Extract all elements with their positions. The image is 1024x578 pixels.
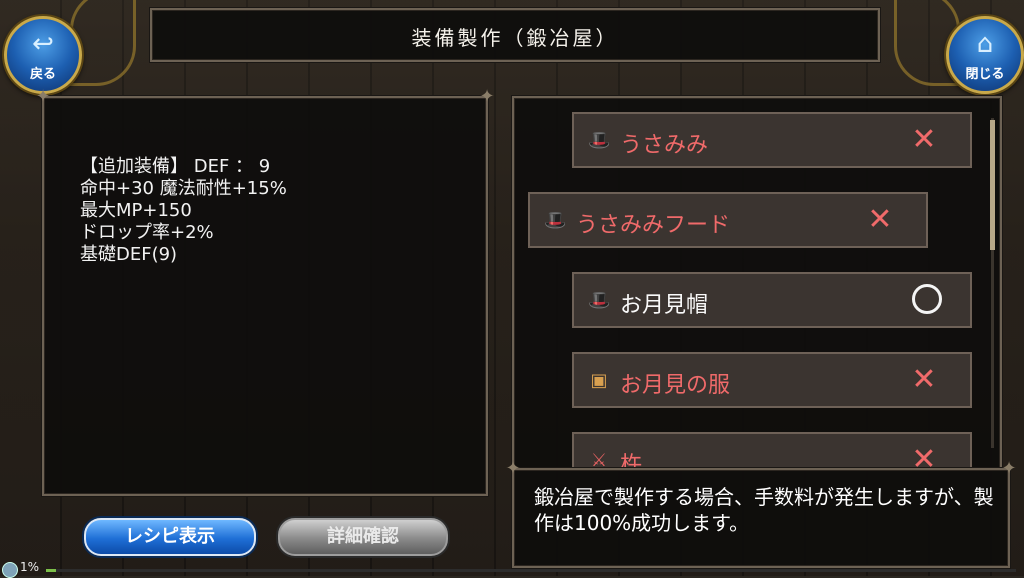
back-button[interactable]: ↩ 戻る (4, 16, 82, 94)
recipe-display-button[interactable]: レシピ表示 (84, 518, 256, 556)
stat-line: ドロップ率+2% (80, 222, 214, 243)
recipe-name: うさみみ (620, 133, 709, 158)
download-progress: 1% (0, 560, 1024, 578)
cross-icon: ✕ (911, 442, 937, 470)
corner-ornament-icon: ✦ (1001, 458, 1017, 479)
details-button[interactable]: 詳細確認 (278, 518, 448, 556)
item-stats-text: 【追加装備】 DEF ： 9 命中+30 魔法耐性+15% 最大MP+150 ドロップ… (80, 156, 287, 266)
recipe-name: 杵 (620, 453, 643, 470)
close-button[interactable]: ⌂ 閉じる (946, 16, 1024, 94)
recipe-name: お月見の服 (620, 373, 731, 398)
recipe-item[interactable]: 🎩 お月見帽 (572, 272, 972, 328)
progress-percent: 1% (20, 560, 40, 574)
corner-ornament-icon: ✦ (35, 86, 51, 107)
hat-icon: 🎩 (588, 290, 611, 311)
hat-icon: 🎩 (544, 210, 567, 231)
fee-message: 鍛冶屋で製作する場合、手数料が発生しますが、製作は100%成功します。 (534, 485, 994, 535)
cross-icon: ✕ (911, 362, 937, 397)
corner-ornament-icon: ✦ (479, 86, 495, 107)
stat-line: 最大MP+150 (80, 200, 192, 221)
message-panel: ✦ ✦ 鍛冶屋で製作する場合、手数料が発生しますが、製作は100%成功します。 (505, 460, 1017, 568)
armor-icon: ▣ (590, 370, 608, 391)
recipe-item[interactable]: ▣ お月見の服 ✕ (572, 352, 972, 408)
cross-icon: ✕ (867, 202, 893, 237)
circle-icon (912, 284, 942, 314)
close-button-label: 閉じる (965, 67, 1005, 82)
item-info-panel: ✦ ✦ 【追加装備】 DEF ： 9 命中+30 魔法耐性+15% 最大MP+150… (35, 88, 495, 496)
back-button-label: 戻る (29, 67, 56, 82)
weapon-icon: ⚔ (590, 450, 608, 470)
stat-line: 命中+30 魔法耐性+15% (80, 178, 287, 199)
stat-line: 【追加装備】 DEF ： 9 (80, 156, 271, 177)
recipe-item[interactable]: ⚔ 杵 ✕ (572, 432, 972, 470)
corner-ornament-icon: ✦ (505, 458, 521, 479)
stat-line: 基礎DEF(9) (80, 244, 178, 265)
hat-icon: 🎩 (588, 130, 611, 151)
recipe-name: うさみみフード (576, 213, 731, 238)
recipe-name: お月見帽 (620, 293, 709, 318)
back-arrow-icon: ↩ (32, 29, 54, 59)
recipe-list-panel[interactable]: 🎩 うさみみ ✕ 🎩 うさみみフード ✕ 🎩 お月見帽 ▣ お月見の服 ✕ ⚔ … (512, 96, 1002, 470)
cross-icon: ✕ (911, 122, 937, 157)
home-icon: ⌂ (976, 29, 994, 59)
progress-track (46, 569, 1016, 572)
scrollbar-thumb[interactable] (990, 120, 995, 250)
title-bar: 装備製作（鍛冶屋） (150, 8, 880, 62)
progress-fill (46, 569, 56, 572)
recipe-item[interactable]: 🎩 うさみみ ✕ (572, 112, 972, 168)
page-title: 装備製作（鍛冶屋） (411, 26, 619, 50)
recipe-item-selected[interactable]: 🎩 うさみみフード ✕ (528, 192, 928, 248)
